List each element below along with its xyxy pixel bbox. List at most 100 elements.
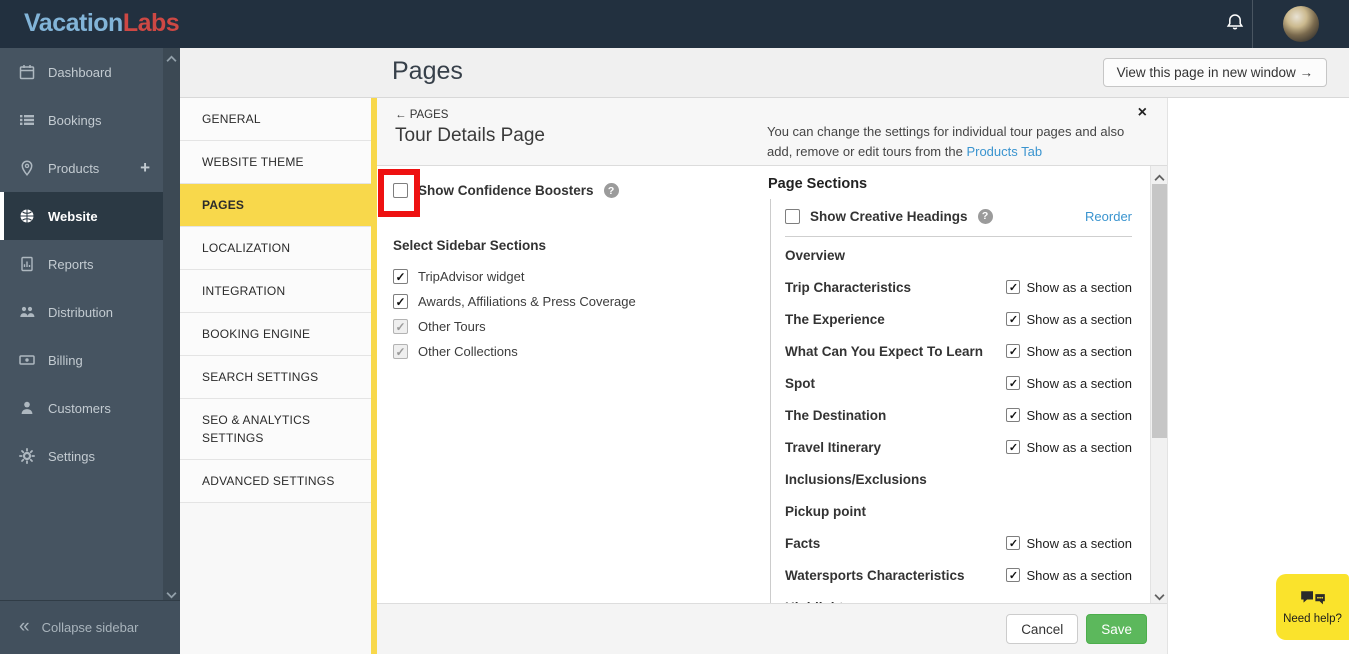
sidebar-item-website[interactable]: Website xyxy=(0,192,163,240)
settings-menu-item-label: INTEGRATION xyxy=(202,284,286,298)
show-as-section-label: Show as a section xyxy=(1026,567,1132,583)
show-as-section-toggle: ✓ Show as a section xyxy=(1006,408,1132,423)
show-as-section-checkbox[interactable]: ✓ xyxy=(1006,440,1021,454)
show-as-section-toggle: ✓ Show as a section xyxy=(1006,280,1132,295)
users-group-icon xyxy=(19,304,35,320)
page-section-row: Facts ✓ Show as a section xyxy=(785,527,1132,559)
globe-icon xyxy=(19,208,35,224)
page-section-row: What Can You Expect To Learn ✓ Show as a… xyxy=(785,335,1132,367)
person-icon xyxy=(19,400,35,416)
notifications-bell-icon[interactable] xyxy=(1223,12,1247,36)
sidebar-item-dashboard[interactable]: Dashboard xyxy=(0,48,163,96)
sidebar-section-label: Other Collections xyxy=(418,344,518,359)
help-icon[interactable]: ? xyxy=(977,208,993,224)
show-as-section-checkbox[interactable]: ✓ xyxy=(1006,536,1021,550)
show-as-section-checkbox[interactable]: ✓ xyxy=(1006,568,1021,582)
sidebar-section-checkbox[interactable]: ✓ xyxy=(393,294,408,309)
settings-menu-item[interactable]: INTEGRATION xyxy=(180,270,371,313)
settings-menu-item-label: GENERAL xyxy=(202,112,261,126)
settings-menu-item[interactable]: SEO & ANALYTICS SETTINGS xyxy=(180,399,371,460)
scroll-up-icon[interactable] xyxy=(1154,170,1165,181)
show-as-section-toggle: ✓ Show as a section xyxy=(1006,568,1132,583)
collapse-sidebar-label: Collapse sidebar xyxy=(41,620,139,635)
panel-scrollbar[interactable] xyxy=(1150,166,1167,603)
scroll-down-icon[interactable] xyxy=(1154,589,1165,601)
show-as-section-checkbox[interactable]: ✓ xyxy=(1006,344,1021,358)
back-to-pages-link[interactable]: ← PAGES xyxy=(395,109,448,121)
settings-menu-item[interactable]: LOCALIZATION xyxy=(180,227,371,270)
sidebar-item-label: Billing xyxy=(48,352,83,368)
sidebar-section-checkbox[interactable]: ✓ xyxy=(393,319,408,334)
sidebar-item-distribution[interactable]: Distribution xyxy=(0,288,163,336)
settings-menu-item-label: PAGES xyxy=(202,198,245,212)
panel-title: Tour Details Page xyxy=(395,125,545,146)
show-as-section-checkbox[interactable]: ✓ xyxy=(1006,408,1021,422)
reorder-link[interactable]: Reorder xyxy=(1085,209,1132,224)
products-tab-link[interactable]: Products Tab xyxy=(966,144,1042,159)
sidebar-sections-list: ✓ TripAdvisor widget ✓ Awards, Affiliati… xyxy=(393,264,636,364)
page-section-row: Inclusions/Exclusions xyxy=(785,463,1132,495)
settings-menu-item-label: SEO & ANALYTICS SETTINGS xyxy=(202,413,311,445)
page-section-label: The Experience xyxy=(785,311,885,327)
settings-menu-item-label: WEBSITE THEME xyxy=(202,155,304,169)
scroll-up-icon[interactable] xyxy=(166,51,177,62)
collapse-sidebar-button[interactable]: « Collapse sidebar xyxy=(0,600,180,654)
sidebar-item-settings[interactable]: Settings xyxy=(0,432,163,480)
annotation-red-box xyxy=(378,169,420,217)
add-product-button[interactable]: + xyxy=(140,158,150,178)
page-sections-panel: Show Creative Headings ? Reorder Overvie… xyxy=(770,199,1132,603)
settings-menu-item[interactable]: PAGES xyxy=(180,184,371,227)
sidebar-item-reports[interactable]: Reports xyxy=(0,240,163,288)
sidebar-item-billing[interactable]: Billing xyxy=(0,336,163,384)
sidebar-section-label: Other Tours xyxy=(418,319,486,334)
page-section-label: Travel Itinerary xyxy=(785,439,882,455)
scroll-down-icon[interactable] xyxy=(166,587,177,599)
user-avatar[interactable] xyxy=(1283,6,1319,42)
confidence-boosters-label: Show Confidence Boosters xyxy=(418,183,594,198)
sidebar-scrollbar[interactable] xyxy=(163,48,180,600)
page-section-label: Pickup point xyxy=(785,503,866,519)
double-chevron-left-icon: « xyxy=(19,616,30,637)
panel-body: Show Confidence Boosters ? Select Sideba… xyxy=(377,166,1167,603)
sidebar-section-checkbox[interactable]: ✓ xyxy=(393,269,408,284)
sidebar-item-customers[interactable]: Customers xyxy=(0,384,163,432)
vacationlabs-logo[interactable]: VacationLabs xyxy=(24,9,180,38)
show-as-section-toggle: ✓ Show as a section xyxy=(1006,536,1132,551)
settings-menu-item[interactable]: BOOKING ENGINE xyxy=(180,313,371,356)
cancel-button[interactable]: Cancel xyxy=(1006,614,1079,644)
gear-icon xyxy=(18,447,36,465)
save-button[interactable]: Save xyxy=(1086,614,1147,644)
scrollbar-thumb[interactable] xyxy=(1152,184,1167,438)
settings-menu-item-label: BOOKING ENGINE xyxy=(202,327,311,341)
creative-headings-label: Show Creative Headings xyxy=(810,208,968,224)
sidebar-section-label: Awards, Affiliations & Press Coverage xyxy=(418,294,636,309)
settings-menu-item[interactable]: ADVANCED SETTINGS xyxy=(180,460,371,503)
show-as-section-label: Show as a section xyxy=(1026,343,1132,359)
show-as-section-label: Show as a section xyxy=(1026,279,1132,295)
creative-headings-checkbox[interactable] xyxy=(785,208,800,224)
sidebar-section-checkbox[interactable]: ✓ xyxy=(393,344,408,359)
sidebar-item-label: Website xyxy=(48,208,98,224)
sidebar-item-products[interactable]: Products + xyxy=(0,144,163,192)
sidebar-item-bookings[interactable]: Bookings + xyxy=(0,96,163,144)
main-content: Pages View this page in new window → GEN… xyxy=(180,48,1349,654)
logo-part-labs: Labs xyxy=(122,9,180,37)
close-icon[interactable]: × xyxy=(1138,104,1147,122)
view-page-new-window-button[interactable]: View this page in new window → xyxy=(1102,58,1327,87)
page-section-row: Overview xyxy=(785,239,1132,271)
page-section-row: Pickup point xyxy=(785,495,1132,527)
show-as-section-checkbox[interactable]: ✓ xyxy=(1006,312,1021,326)
logo-part-vacation: Vacation xyxy=(24,9,123,37)
settings-menu-item[interactable]: GENERAL xyxy=(180,98,371,141)
settings-menu-item[interactable]: SEARCH SETTINGS xyxy=(180,356,371,399)
help-icon[interactable]: ? xyxy=(603,183,619,198)
need-help-label: Need help? xyxy=(1283,612,1342,625)
divider xyxy=(785,236,1132,237)
show-as-section-checkbox[interactable]: ✓ xyxy=(1006,376,1021,390)
confidence-boosters-row: Show Confidence Boosters ? xyxy=(393,183,619,198)
need-help-widget[interactable]: Need help? xyxy=(1276,574,1349,640)
top-navbar: VacationLabs xyxy=(0,0,1349,48)
settings-menu-item[interactable]: WEBSITE THEME xyxy=(180,141,371,184)
page-sections-heading: Page Sections xyxy=(768,176,868,192)
show-as-section-checkbox[interactable]: ✓ xyxy=(1006,280,1021,294)
